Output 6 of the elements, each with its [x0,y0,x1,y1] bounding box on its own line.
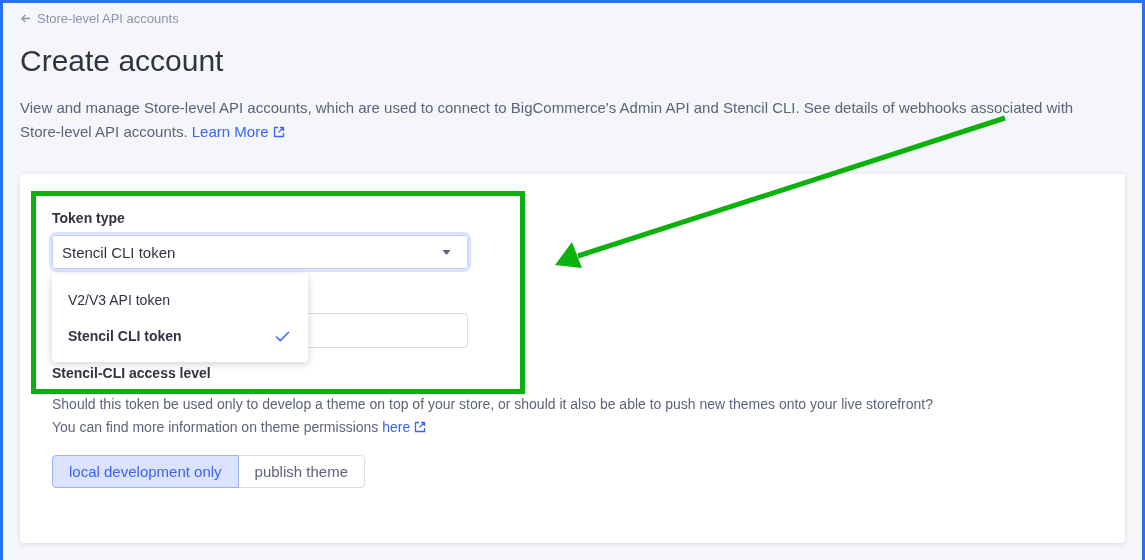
page-description: View and manage Store-level API accounts, which are used to connect to BigCommerce's Admin API and Stencil CLI. See details of webhooks associated with Store-level API accounts. Learn More [20,98,1075,142]
page-title: Create account [20,43,225,79]
help-text: You can find more information on theme permissions here [52,420,1093,435]
help-text: Should this token be used only to develop a theme on top of your store, or should it also be able to push new themes onto your live storefront? [52,397,934,412]
field-label: Stencil-CLI access level [52,365,212,383]
field-label: Token type [52,210,126,228]
